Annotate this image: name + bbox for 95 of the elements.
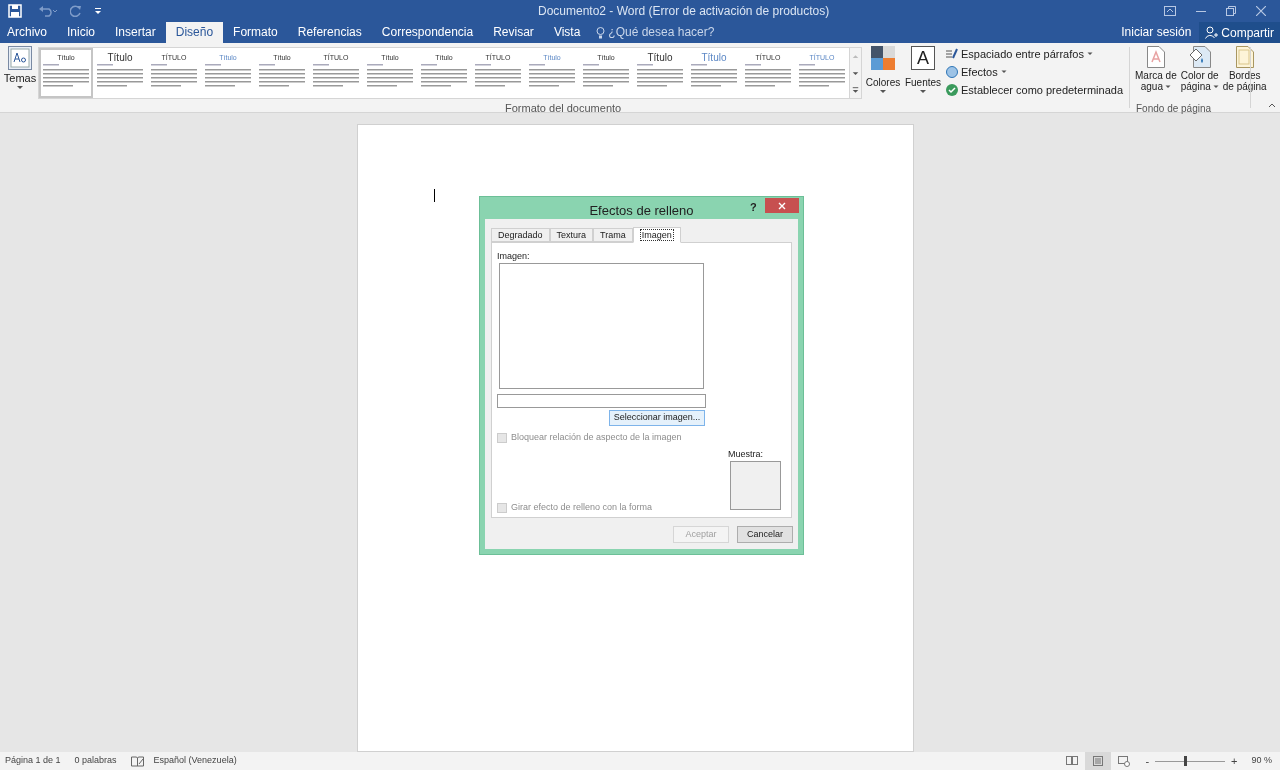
zoom-in-button[interactable]: +	[1231, 752, 1238, 770]
checkmark-icon	[946, 84, 958, 96]
select-image-button[interactable]: Seleccionar imagen...	[609, 410, 705, 426]
ribbon-tab[interactable]: Correspondencia	[371, 22, 484, 43]
caret-icon	[1212, 84, 1219, 89]
tell-me-field[interactable]: ¿Qué desea hacer?	[596, 22, 715, 43]
ribbon-tab[interactable]: Insertar	[105, 22, 166, 43]
text-lines-icon	[421, 63, 467, 87]
text-lines-icon	[259, 63, 305, 87]
customize-toolbar-icon[interactable]	[94, 7, 102, 15]
share-button[interactable]: Compartir	[1199, 22, 1280, 43]
group-label: Formato del documento	[505, 101, 622, 116]
close-button[interactable]	[765, 198, 799, 213]
style-set-thumbnail[interactable]: Título	[633, 48, 687, 98]
fonts-button[interactable]: A Fuentes	[904, 46, 942, 112]
text-lines-icon	[799, 63, 845, 87]
style-set-thumbnail[interactable]: Título	[687, 48, 741, 98]
ribbon-tab[interactable]: Vista	[543, 22, 591, 43]
themes-button[interactable]: Temas	[4, 46, 36, 112]
dialog-button[interactable]: Cancelar	[737, 526, 793, 543]
person-add-icon	[1205, 26, 1219, 39]
paragraph-spacing-button[interactable]: Espaciado entre párrafos	[946, 46, 1124, 62]
page-count[interactable]: Página 1 de 1	[5, 754, 61, 768]
text-lines-icon	[583, 63, 629, 87]
lightbulb-icon	[596, 26, 606, 39]
caret-icon	[1000, 70, 1007, 74]
text-lines-icon	[43, 63, 89, 87]
caret-icon	[1268, 103, 1276, 108]
watermark-button[interactable]: Marca de agua	[1134, 46, 1178, 92]
text-lines-icon	[691, 63, 737, 87]
text-lines-icon	[97, 63, 143, 87]
caret-icon	[879, 89, 887, 94]
ribbon-options-icon[interactable]	[1164, 6, 1176, 16]
caret-icon	[919, 89, 927, 94]
help-button[interactable]: ?	[750, 199, 757, 216]
word-count[interactable]: 0 palabras	[74, 754, 117, 768]
dialog-tab[interactable]: Trama	[593, 228, 633, 242]
save-icon[interactable]	[8, 4, 22, 18]
style-set-thumbnail[interactable]: Título	[93, 48, 147, 98]
print-layout-icon	[1092, 755, 1105, 767]
caret-icon	[1165, 84, 1171, 89]
text-lines-icon	[151, 63, 197, 87]
window-title: Documento2 - Word (Error de activación de productos)	[538, 3, 830, 20]
page-color-button[interactable]: Color de página	[1179, 46, 1220, 92]
ribbon-tab[interactable]: Formato	[223, 22, 288, 43]
text-lines-icon	[367, 63, 413, 87]
text-lines-icon	[313, 63, 359, 87]
ribbon-tab[interactable]: Referencias	[287, 22, 372, 43]
sample-label: Muestra:	[728, 448, 763, 461]
read-mode-icon	[1066, 755, 1079, 767]
caret-icon	[16, 85, 24, 90]
effects-icon	[946, 66, 958, 78]
text-cursor	[434, 189, 435, 202]
paragraph-spacing-icon	[946, 48, 958, 60]
web-layout-icon	[1118, 755, 1131, 767]
themes-icon	[8, 46, 32, 70]
dialog-tab[interactable]: Degradado	[491, 228, 550, 242]
effects-button[interactable]: Efectos	[946, 64, 1124, 80]
image-label: Imagen:	[497, 250, 530, 263]
zoom-level[interactable]: 90 %	[1251, 754, 1272, 768]
checkbox-label: Girar efecto de relleno con la forma	[511, 501, 653, 514]
undo-icon[interactable]	[38, 5, 58, 17]
sign-in-link[interactable]: Iniciar sesión	[1113, 22, 1200, 43]
view-button[interactable]	[1085, 752, 1112, 770]
dialog-title: Efectos de relleno	[588, 202, 695, 220]
caret-icon	[1086, 52, 1093, 56]
collapse-ribbon-icon[interactable]	[1268, 103, 1276, 108]
language-label[interactable]: Español (Venezuela)	[153, 754, 237, 768]
text-lines-icon	[745, 63, 791, 87]
page-color-icon	[1188, 46, 1211, 68]
color-palette-icon	[871, 46, 895, 70]
ribbon-tab[interactable]: Revisar	[483, 22, 544, 43]
restore-icon[interactable]	[1226, 6, 1236, 16]
dialog-tab[interactable]: Imagen	[632, 227, 681, 243]
zoom-out-button[interactable]: -	[1145, 752, 1150, 770]
redo-icon[interactable]	[70, 5, 82, 17]
dialog-tab[interactable]: Textura	[549, 228, 594, 242]
text-lines-icon	[475, 63, 521, 87]
proofing-icon[interactable]	[130, 755, 144, 767]
group-label: Fondo de página	[1136, 102, 1212, 116]
ribbon-tab[interactable]: Inicio	[57, 22, 106, 43]
set-as-default-button[interactable]: Establecer como predeterminada	[946, 82, 1124, 98]
ribbon-tab[interactable]: Diseño	[165, 22, 224, 43]
checkbox-label: Bloquear relación de aspecto de la imagen	[511, 431, 682, 444]
text-lines-icon	[637, 63, 683, 87]
close-icon	[778, 201, 786, 210]
file-path-field[interactable]	[497, 394, 706, 408]
colors-button[interactable]: Colores	[864, 46, 902, 112]
slider-thumb[interactable]	[1184, 755, 1188, 766]
text-lines-icon	[205, 63, 251, 87]
text-lines-icon	[529, 63, 575, 87]
watermark-icon	[1146, 46, 1165, 68]
sample-preview	[730, 461, 781, 510]
ribbon-tab[interactable]: Archivo	[0, 22, 57, 43]
close-icon[interactable]	[1256, 6, 1266, 16]
